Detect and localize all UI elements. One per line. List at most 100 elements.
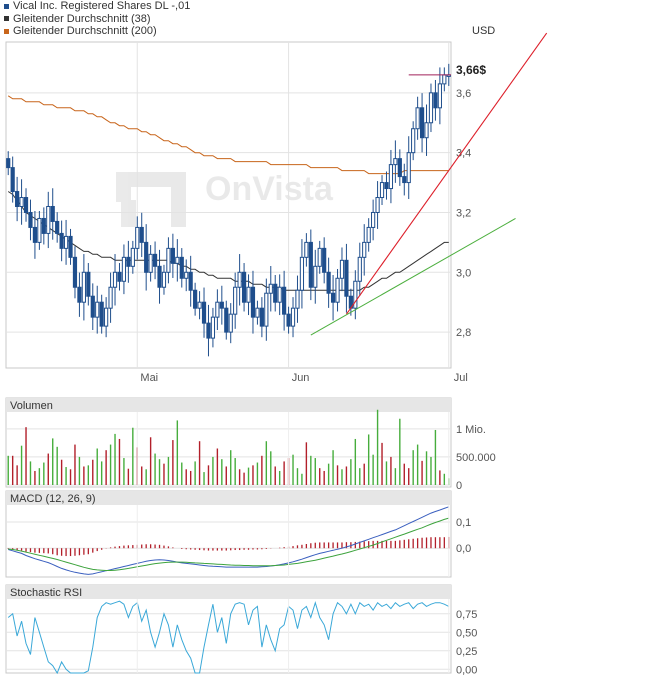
candle-body	[68, 235, 73, 258]
candle-body	[326, 271, 331, 294]
candle-body	[282, 286, 287, 315]
candle-body	[23, 197, 29, 213]
candle-body	[317, 247, 322, 267]
candle-body	[437, 83, 442, 109]
volume-title-bar	[6, 398, 451, 412]
candle-body	[442, 74, 447, 85]
candle-body	[130, 247, 135, 267]
price-y-tick-label: 3,2	[456, 207, 471, 219]
candle-body	[112, 271, 118, 288]
candle-body	[366, 226, 371, 243]
candle-body	[375, 197, 380, 213]
candle-body	[304, 241, 309, 258]
volume-title: Volumen	[10, 400, 53, 412]
macd-title: MACD (12, 26, 9)	[10, 493, 96, 505]
candle-body	[210, 316, 216, 339]
candle-body	[161, 271, 167, 288]
candle-body	[433, 92, 438, 109]
candle-body	[197, 301, 202, 309]
candle-body	[295, 289, 300, 309]
candle-body	[388, 164, 394, 190]
candle-body	[308, 241, 313, 288]
price-y-tick-label: 3,6	[456, 88, 471, 100]
candle-body	[424, 122, 429, 139]
candle-body	[135, 226, 140, 249]
candle-body	[152, 253, 158, 267]
candle-body	[215, 301, 220, 318]
candle-body	[246, 286, 251, 303]
candle-body	[86, 271, 91, 297]
candle-body	[419, 107, 425, 139]
candle-body	[121, 256, 127, 282]
candle-body	[179, 256, 184, 279]
candle-body	[15, 191, 20, 207]
candle-body	[157, 265, 162, 288]
candle-body	[139, 226, 144, 243]
candle-body	[95, 301, 100, 318]
volume-y-tick-label: 0	[456, 480, 462, 492]
candle-body	[379, 182, 385, 199]
candle-body	[81, 271, 86, 303]
price-x-tick-label: Jun	[292, 372, 310, 384]
candle-body	[117, 271, 122, 282]
price-y-tick-label: 2,8	[456, 327, 471, 339]
candle-body	[144, 241, 149, 273]
candle-body	[32, 226, 38, 243]
candle-body	[264, 292, 269, 327]
candle-body	[357, 256, 362, 282]
candle-body	[402, 176, 407, 184]
candle-body	[37, 217, 42, 243]
candle-body	[290, 307, 296, 327]
candle-body	[384, 182, 389, 190]
candle-body	[259, 307, 264, 327]
candle-body	[90, 295, 95, 318]
candle-body	[237, 271, 242, 288]
candle-body	[224, 307, 229, 333]
candle-body	[219, 301, 224, 309]
candle-body	[250, 286, 256, 318]
candle-body	[77, 286, 82, 303]
candle-body	[339, 259, 345, 279]
candle-body	[175, 256, 180, 264]
candle-body	[184, 271, 189, 279]
candle-body	[313, 265, 318, 288]
candle-body	[59, 232, 64, 249]
candle-body	[10, 167, 15, 193]
stoch-y-tick-label: 0,25	[456, 646, 477, 658]
candle-body	[50, 205, 55, 222]
stoch-y-tick-label: 0,50	[456, 627, 477, 639]
price-x-tick-label: Jul	[454, 372, 468, 384]
chart-canvas: USD OnVista2,83,03,23,43,6Mai Jun Jul3,66$…	[5, 25, 548, 676]
candle-body	[241, 271, 247, 303]
candle-body	[299, 256, 305, 291]
candle-body	[397, 158, 402, 178]
candle-body	[335, 277, 340, 303]
price-y-tick-label: 3,0	[456, 267, 471, 279]
candle-body	[188, 271, 193, 291]
watermark-logo-text: OnVista	[205, 170, 334, 208]
candle-body	[428, 92, 434, 124]
candle-body	[148, 253, 153, 273]
candle-body	[255, 307, 260, 318]
candle-body	[406, 152, 411, 184]
stoch-y-tick-label: 0,75	[456, 609, 477, 621]
candle-body	[63, 235, 69, 249]
candle-body	[41, 217, 46, 234]
candle-body	[46, 205, 51, 234]
candle-body	[268, 283, 273, 294]
candle-body	[55, 220, 60, 234]
volume-y-tick-label: 1 Mio.	[456, 424, 486, 436]
candle-body	[206, 322, 211, 339]
candle-body	[228, 313, 233, 333]
candle-body	[126, 256, 131, 267]
candle-body	[193, 289, 198, 309]
last-price-label: 3,66$	[456, 63, 486, 77]
candle-body	[344, 259, 349, 297]
candle-body	[99, 301, 104, 327]
candle-body	[277, 286, 282, 303]
candle-body	[201, 301, 207, 324]
candle-body	[104, 307, 109, 327]
candle-body	[170, 247, 175, 264]
candle-body	[72, 256, 78, 288]
price-x-tick-label: Mai	[140, 372, 158, 384]
